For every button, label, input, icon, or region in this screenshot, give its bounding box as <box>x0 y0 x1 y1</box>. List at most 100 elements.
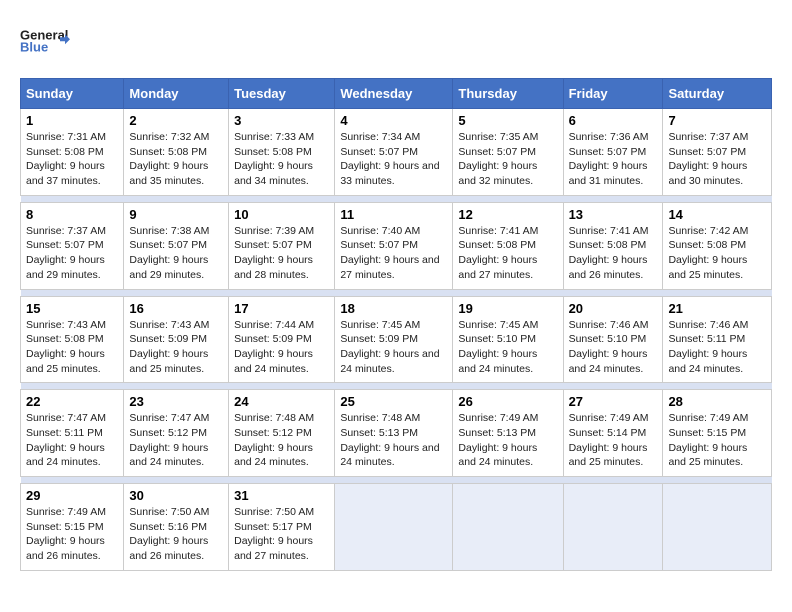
day-number: 26 <box>458 394 557 409</box>
svg-text:Blue: Blue <box>20 39 48 54</box>
week-row-1: 1Sunrise: 7:31 AMSunset: 5:08 PMDaylight… <box>21 109 772 196</box>
calendar-cell: 12 Sunrise: 7:41 AMSunset: 5:08 PMDayligh… <box>453 202 563 289</box>
day-number: 12 <box>458 207 557 222</box>
calendar-cell: 20 Sunrise: 7:46 AMSunset: 5:10 PMDayligh… <box>563 296 663 383</box>
calendar-cell: 13Sunrise: 7:41 AMSunset: 5:08 PMDayligh… <box>563 202 663 289</box>
day-info: Sunrise: 7:32 AMSunset: 5:08 PMDaylight:… <box>129 130 223 189</box>
day-info: Sunrise: 7:41 AMSunset: 5:08 PMDaylight:… <box>458 224 557 283</box>
col-header-saturday: Saturday <box>663 79 772 109</box>
day-number: 28 <box>668 394 766 409</box>
day-info: Sunrise: 7:39 AMSunset: 5:07 PMDaylight:… <box>234 224 329 283</box>
day-info: Sunrise: 7:46 AMSunset: 5:10 PMDaylight:… <box>569 318 658 377</box>
day-info: Sunrise: 7:43 AMSunset: 5:09 PMDaylight:… <box>129 318 223 377</box>
calendar-cell: 27Sunrise: 7:49 AMSunset: 5:14 PMDayligh… <box>563 390 663 477</box>
day-info: Sunrise: 7:36 AMSunset: 5:07 PMDaylight:… <box>569 130 658 189</box>
calendar-cell: 24 Sunrise: 7:48 AMSunset: 5:12 PMDayligh… <box>229 390 335 477</box>
day-info: Sunrise: 7:47 AMSunset: 5:12 PMDaylight:… <box>129 411 223 470</box>
col-header-sunday: Sunday <box>21 79 124 109</box>
calendar-cell: 9Sunrise: 7:38 AMSunset: 5:07 PMDaylight… <box>124 202 229 289</box>
calendar-cell: 15Sunrise: 7:43 AMSunset: 5:08 PMDayligh… <box>21 296 124 383</box>
day-info: Sunrise: 7:49 AMSunset: 5:15 PMDaylight:… <box>26 505 118 564</box>
calendar-cell: 23 Sunrise: 7:47 AMSunset: 5:12 PMDayligh… <box>124 390 229 477</box>
day-info: Sunrise: 7:34 AMSunset: 5:07 PMDaylight:… <box>340 130 447 189</box>
day-number: 16 <box>129 301 223 316</box>
day-info: Sunrise: 7:35 AMSunset: 5:07 PMDaylight:… <box>458 130 557 189</box>
calendar-cell: 5Sunrise: 7:35 AMSunset: 5:07 PMDaylight… <box>453 109 563 196</box>
day-number: 22 <box>26 394 118 409</box>
day-number: 4 <box>340 113 447 128</box>
week-separator <box>21 289 772 296</box>
day-number: 8 <box>26 207 118 222</box>
calendar-cell: 6 Sunrise: 7:36 AMSunset: 5:07 PMDaylight… <box>563 109 663 196</box>
day-info: Sunrise: 7:43 AMSunset: 5:08 PMDaylight:… <box>26 318 118 377</box>
calendar-cell: 31 Sunrise: 7:50 AMSunset: 5:17 PMDayligh… <box>229 484 335 571</box>
day-number: 2 <box>129 113 223 128</box>
header: General Blue <box>20 20 772 62</box>
week-separator <box>21 477 772 484</box>
day-number: 18 <box>340 301 447 316</box>
week-row-4: 22 Sunrise: 7:47 AMSunset: 5:11 PMDayligh… <box>21 390 772 477</box>
day-number: 20 <box>569 301 658 316</box>
day-info: Sunrise: 7:44 AMSunset: 5:09 PMDaylight:… <box>234 318 329 377</box>
day-info: Sunrise: 7:40 AMSunset: 5:07 PMDaylight:… <box>340 224 447 283</box>
calendar-cell <box>663 484 772 571</box>
day-number: 6 <box>569 113 658 128</box>
day-info: Sunrise: 7:49 AMSunset: 5:15 PMDaylight:… <box>668 411 766 470</box>
day-info: Sunrise: 7:49 AMSunset: 5:14 PMDaylight:… <box>569 411 658 470</box>
calendar-cell: 25Sunrise: 7:48 AMSunset: 5:13 PMDayligh… <box>335 390 453 477</box>
col-header-tuesday: Tuesday <box>229 79 335 109</box>
calendar-cell <box>453 484 563 571</box>
col-header-friday: Friday <box>563 79 663 109</box>
week-row-2: 8 Sunrise: 7:37 AMSunset: 5:07 PMDaylight… <box>21 202 772 289</box>
calendar-cell: 21 Sunrise: 7:46 AMSunset: 5:11 PMDayligh… <box>663 296 772 383</box>
calendar-cell: 14 Sunrise: 7:42 AMSunset: 5:08 PMDayligh… <box>663 202 772 289</box>
day-number: 10 <box>234 207 329 222</box>
day-info: Sunrise: 7:37 AMSunset: 5:07 PMDaylight:… <box>26 224 118 283</box>
calendar-cell: 26Sunrise: 7:49 AMSunset: 5:13 PMDayligh… <box>453 390 563 477</box>
day-number: 19 <box>458 301 557 316</box>
day-number: 17 <box>234 301 329 316</box>
day-number: 25 <box>340 394 447 409</box>
calendar-cell: 19 Sunrise: 7:45 AMSunset: 5:10 PMDayligh… <box>453 296 563 383</box>
week-separator <box>21 195 772 202</box>
calendar-cell: 17 Sunrise: 7:44 AMSunset: 5:09 PMDayligh… <box>229 296 335 383</box>
calendar-cell: 7 Sunrise: 7:37 AMSunset: 5:07 PMDaylight… <box>663 109 772 196</box>
col-header-wednesday: Wednesday <box>335 79 453 109</box>
calendar-cell: 28 Sunrise: 7:49 AMSunset: 5:15 PMDayligh… <box>663 390 772 477</box>
calendar-cell: 8 Sunrise: 7:37 AMSunset: 5:07 PMDaylight… <box>21 202 124 289</box>
week-row-5: 29 Sunrise: 7:49 AMSunset: 5:15 PMDayligh… <box>21 484 772 571</box>
day-info: Sunrise: 7:37 AMSunset: 5:07 PMDaylight:… <box>668 130 766 189</box>
header-row: SundayMondayTuesdayWednesdayThursdayFrid… <box>21 79 772 109</box>
day-number: 14 <box>668 207 766 222</box>
calendar-cell: 30 Sunrise: 7:50 AMSunset: 5:16 PMDayligh… <box>124 484 229 571</box>
calendar-cell <box>335 484 453 571</box>
day-info: Sunrise: 7:48 AMSunset: 5:12 PMDaylight:… <box>234 411 329 470</box>
calendar-cell: 1Sunrise: 7:31 AMSunset: 5:08 PMDaylight… <box>21 109 124 196</box>
day-number: 30 <box>129 488 223 503</box>
day-info: Sunrise: 7:33 AMSunset: 5:08 PMDaylight:… <box>234 130 329 189</box>
day-info: Sunrise: 7:50 AMSunset: 5:16 PMDaylight:… <box>129 505 223 564</box>
calendar-cell: 2 Sunrise: 7:32 AMSunset: 5:08 PMDaylight… <box>124 109 229 196</box>
week-row-3: 15Sunrise: 7:43 AMSunset: 5:08 PMDayligh… <box>21 296 772 383</box>
day-number: 13 <box>569 207 658 222</box>
day-number: 29 <box>26 488 118 503</box>
calendar-cell: 16 Sunrise: 7:43 AMSunset: 5:09 PMDayligh… <box>124 296 229 383</box>
day-number: 7 <box>668 113 766 128</box>
day-info: Sunrise: 7:46 AMSunset: 5:11 PMDaylight:… <box>668 318 766 377</box>
calendar-cell: 18Sunrise: 7:45 AMSunset: 5:09 PMDayligh… <box>335 296 453 383</box>
day-number: 3 <box>234 113 329 128</box>
day-info: Sunrise: 7:47 AMSunset: 5:11 PMDaylight:… <box>26 411 118 470</box>
day-number: 24 <box>234 394 329 409</box>
day-info: Sunrise: 7:45 AMSunset: 5:10 PMDaylight:… <box>458 318 557 377</box>
day-info: Sunrise: 7:38 AMSunset: 5:07 PMDaylight:… <box>129 224 223 283</box>
day-info: Sunrise: 7:42 AMSunset: 5:08 PMDaylight:… <box>668 224 766 283</box>
calendar-cell: 29 Sunrise: 7:49 AMSunset: 5:15 PMDayligh… <box>21 484 124 571</box>
day-number: 23 <box>129 394 223 409</box>
calendar-cell: 3 Sunrise: 7:33 AMSunset: 5:08 PMDaylight… <box>229 109 335 196</box>
day-number: 21 <box>668 301 766 316</box>
day-number: 31 <box>234 488 329 503</box>
week-separator <box>21 383 772 390</box>
logo-svg: General Blue <box>20 20 70 62</box>
day-info: Sunrise: 7:50 AMSunset: 5:17 PMDaylight:… <box>234 505 329 564</box>
calendar-cell: 4 Sunrise: 7:34 AMSunset: 5:07 PMDaylight… <box>335 109 453 196</box>
